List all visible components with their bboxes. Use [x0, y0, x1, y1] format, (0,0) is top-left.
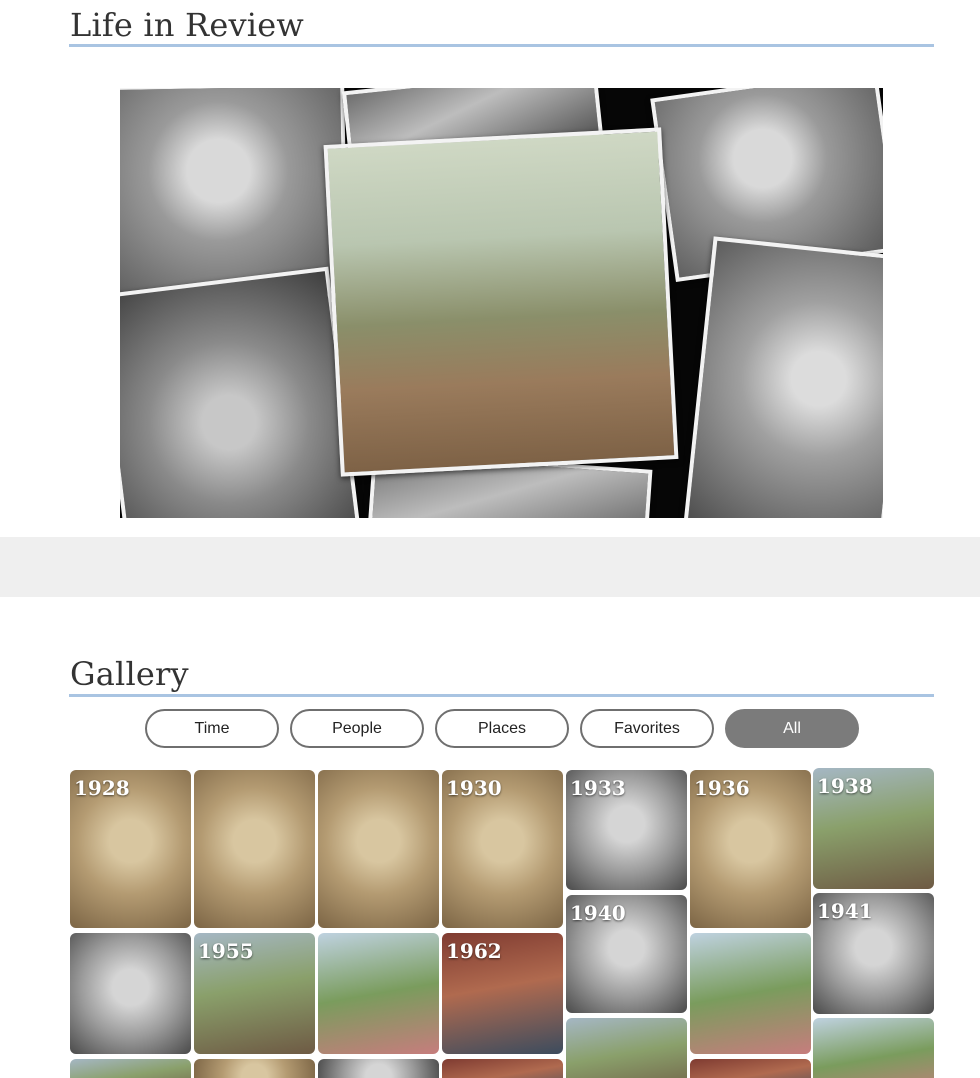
- gallery-tile[interactable]: [813, 1018, 934, 1078]
- gallery-tile[interactable]: [70, 933, 191, 1054]
- gallery-filter-bar: Time People Places Favorites All: [145, 709, 859, 748]
- gallery-grid: 1928 1955 1930 1962 1933 1940 1936 1938 …: [70, 768, 934, 1078]
- gallery-tile[interactable]: 1928: [70, 770, 191, 928]
- section-title-gallery: Gallery: [70, 655, 189, 693]
- tile-year-label: 1933: [570, 776, 626, 800]
- gallery-tile[interactable]: [690, 1059, 811, 1078]
- gallery-tile[interactable]: [70, 1059, 191, 1078]
- filter-time-button[interactable]: Time: [145, 709, 279, 748]
- tile-year-label: 1955: [198, 939, 254, 963]
- gallery-tile[interactable]: [318, 933, 439, 1054]
- gallery-tile[interactable]: [318, 1059, 439, 1078]
- gallery-tile[interactable]: [442, 1059, 563, 1078]
- gallery-tile[interactable]: 1936: [690, 770, 811, 928]
- gallery-tile[interactable]: [318, 770, 439, 928]
- collage-photo-young-man-train-station: [323, 127, 679, 477]
- tile-year-label: 1962: [446, 939, 502, 963]
- filter-all-button[interactable]: All: [725, 709, 859, 748]
- tile-year-label: 1936: [694, 776, 750, 800]
- filter-favorites-button[interactable]: Favorites: [580, 709, 714, 748]
- tile-year-label: 1930: [446, 776, 502, 800]
- gallery-tile[interactable]: 1933: [566, 770, 687, 890]
- tile-year-label: 1941: [817, 899, 873, 923]
- tile-year-label: 1938: [817, 774, 873, 798]
- gallery-tile[interactable]: [194, 1059, 315, 1078]
- collage-photo-boy-with-book: [683, 236, 883, 518]
- gallery-tile[interactable]: 1938: [813, 768, 934, 889]
- collage-photo-boy-suspenders: [120, 266, 360, 518]
- filter-places-button[interactable]: Places: [435, 709, 569, 748]
- gallery-tile[interactable]: 1955: [194, 933, 315, 1054]
- title-divider: [69, 44, 934, 47]
- tile-year-label: 1928: [74, 776, 130, 800]
- gallery-tile[interactable]: [194, 770, 315, 928]
- gallery-tile[interactable]: 1930: [442, 770, 563, 928]
- gallery-tile[interactable]: 1940: [566, 895, 687, 1013]
- gallery-tile[interactable]: [690, 933, 811, 1054]
- section-title-life-in-review: Life in Review: [70, 6, 304, 44]
- section-separator-band: [0, 537, 980, 597]
- filter-people-button[interactable]: People: [290, 709, 424, 748]
- gallery-tile[interactable]: 1941: [813, 893, 934, 1014]
- title-divider: [69, 694, 934, 697]
- hero-photo-collage[interactable]: [120, 88, 883, 518]
- gallery-tile[interactable]: [566, 1018, 687, 1078]
- tile-year-label: 1940: [570, 901, 626, 925]
- gallery-tile[interactable]: 1962: [442, 933, 563, 1054]
